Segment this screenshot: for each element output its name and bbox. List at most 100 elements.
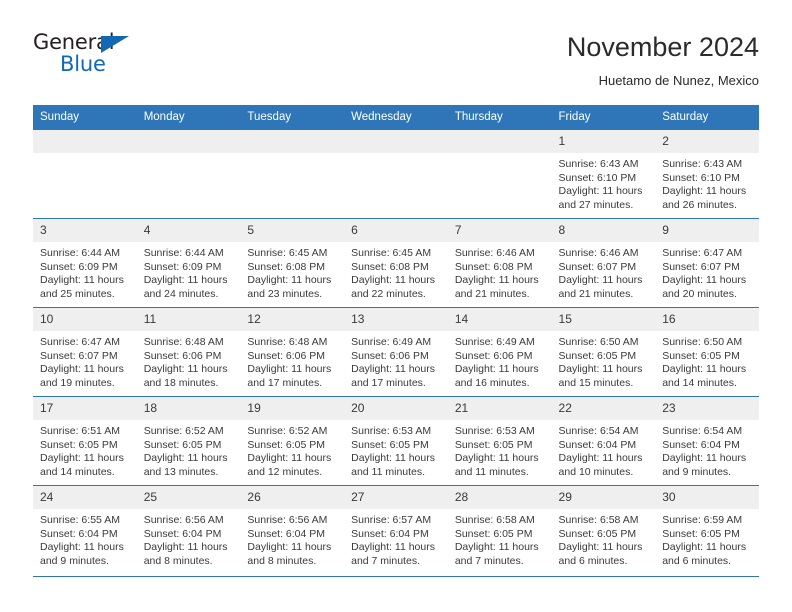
calendar-day-cell[interactable]: 28 Sunrise: 6:58 AM Sunset: 6:05 PM Dayligh… <box>447 485 552 574</box>
day-number: 13 <box>344 308 448 331</box>
calendar-day-cell[interactable]: 20 Sunrise: 6:53 AM Sunset: 6:05 PM Dayligh… <box>344 396 448 486</box>
day-number: 16 <box>655 308 759 331</box>
sunrise-time: Sunrise: 6:50 AM <box>558 336 639 348</box>
daylight-duration: Daylight: 11 hours and 7 minutes. <box>454 541 539 567</box>
sunrise-time: Sunrise: 6:44 AM <box>143 247 224 259</box>
calendar-body: 1 Sunrise: 6:43 AM Sunset: 6:10 PM Daylight… <box>33 129 759 574</box>
calendar-day-cell[interactable]: 30 Sunrise: 6:59 AM Sunset: 6:05 PM Dayligh… <box>655 485 759 574</box>
sunset-time: Sunset: 6:06 PM <box>247 349 326 362</box>
day-number: 1 <box>551 130 656 153</box>
calendar-day-cell[interactable]: 22 Sunrise: 6:54 AM Sunset: 6:04 PM Dayligh… <box>551 396 656 486</box>
calendar-week-row: 24 Sunrise: 6:55 AM Sunset: 6:04 PM Dayligh… <box>33 485 759 574</box>
calendar-day-cell[interactable]: 26 Sunrise: 6:56 AM Sunset: 6:04 PM Dayligh… <box>240 485 345 574</box>
calendar-day-cell[interactable]: 1 Sunrise: 6:43 AM Sunset: 6:10 PM Daylight… <box>551 129 656 219</box>
daylight-duration: Daylight: 11 hours and 6 minutes. <box>662 541 747 567</box>
daylight-duration: Daylight: 11 hours and 27 minutes. <box>558 185 643 211</box>
sunrise-time: Sunrise: 6:55 AM <box>40 514 120 526</box>
calendar-day-cell-empty <box>33 129 137 219</box>
day-details: Sunrise: 6:53 AM Sunset: 6:05 PM Daylight:… <box>344 420 448 479</box>
day-number <box>447 130 552 153</box>
sunset-time: Sunset: 6:05 PM <box>454 527 533 540</box>
day-number: 20 <box>344 397 448 420</box>
day-details: Sunrise: 6:47 AM Sunset: 6:07 PM Daylight:… <box>655 242 759 301</box>
calendar-day-cell[interactable]: 29 Sunrise: 6:58 AM Sunset: 6:05 PM Dayligh… <box>551 485 656 574</box>
sunrise-time: Sunrise: 6:50 AM <box>662 336 743 348</box>
sunrise-time: Sunrise: 6:45 AM <box>351 247 432 259</box>
calendar-day-cell[interactable]: 4 Sunrise: 6:44 AM Sunset: 6:09 PM Daylight… <box>136 218 241 308</box>
daylight-duration: Daylight: 11 hours and 13 minutes. <box>143 452 228 478</box>
sunrise-time: Sunrise: 6:54 AM <box>558 425 639 437</box>
calendar-day-cell[interactable]: 24 Sunrise: 6:55 AM Sunset: 6:04 PM Dayligh… <box>33 485 137 574</box>
calendar-day-cell[interactable]: 11 Sunrise: 6:48 AM Sunset: 6:06 PM Dayligh… <box>136 307 241 397</box>
sunset-time: Sunset: 6:05 PM <box>454 438 533 451</box>
sunrise-time: Sunrise: 6:43 AM <box>558 158 639 170</box>
calendar-header-row: Sunday Monday Tuesday Wednesday Thursday… <box>33 105 759 130</box>
title-block: November 2024 Huetamo de Nunez, Mexico <box>567 30 759 89</box>
sunset-time: Sunset: 6:05 PM <box>351 438 429 451</box>
day-details: Sunrise: 6:53 AM Sunset: 6:05 PM Daylight:… <box>448 420 552 479</box>
day-details: Sunrise: 6:46 AM Sunset: 6:08 PM Daylight:… <box>448 242 552 301</box>
daylight-duration: Daylight: 11 hours and 22 minutes. <box>351 274 435 300</box>
sunrise-time: Sunrise: 6:48 AM <box>143 336 224 348</box>
day-details: Sunrise: 6:43 AM Sunset: 6:10 PM Daylight:… <box>552 153 656 212</box>
calendar-day-cell[interactable]: 19 Sunrise: 6:52 AM Sunset: 6:05 PM Dayligh… <box>240 396 345 486</box>
sunset-time: Sunset: 6:04 PM <box>247 527 326 540</box>
calendar-bottom-rule <box>33 576 759 577</box>
calendar-day-cell[interactable]: 12 Sunrise: 6:48 AM Sunset: 6:06 PM Dayligh… <box>240 307 345 397</box>
sunset-time: Sunset: 6:06 PM <box>143 349 222 362</box>
weekday-header-thursday: Thursday <box>447 105 552 130</box>
day-number: 5 <box>240 219 345 242</box>
sunrise-time: Sunrise: 6:47 AM <box>40 336 120 348</box>
sunset-time: Sunset: 6:05 PM <box>662 349 740 362</box>
general-blue-logo[interactable]: General Blue <box>33 30 153 82</box>
day-details: Sunrise: 6:54 AM Sunset: 6:04 PM Daylight:… <box>655 420 759 479</box>
calendar-day-cell[interactable]: 17 Sunrise: 6:51 AM Sunset: 6:05 PM Dayligh… <box>33 396 137 486</box>
daylight-duration: Daylight: 11 hours and 21 minutes. <box>558 274 643 300</box>
day-details: Sunrise: 6:57 AM Sunset: 6:04 PM Daylight:… <box>344 509 448 568</box>
calendar-day-cell[interactable]: 14 Sunrise: 6:49 AM Sunset: 6:06 PM Dayligh… <box>447 307 552 397</box>
day-number: 21 <box>447 397 552 420</box>
sunrise-time: Sunrise: 6:56 AM <box>143 514 224 526</box>
daylight-duration: Daylight: 11 hours and 14 minutes. <box>40 452 124 478</box>
daylight-duration: Daylight: 11 hours and 7 minutes. <box>351 541 435 567</box>
calendar-day-cell[interactable]: 23 Sunrise: 6:54 AM Sunset: 6:04 PM Dayligh… <box>655 396 759 486</box>
day-details: Sunrise: 6:45 AM Sunset: 6:08 PM Daylight:… <box>240 242 344 301</box>
sunset-time: Sunset: 6:06 PM <box>351 349 429 362</box>
day-number: 6 <box>344 219 448 242</box>
calendar-day-cell[interactable]: 2 Sunrise: 6:43 AM Sunset: 6:10 PM Daylight… <box>655 129 759 219</box>
weekday-header-friday: Friday <box>551 105 656 130</box>
sunset-time: Sunset: 6:04 PM <box>662 438 740 451</box>
calendar-day-cell[interactable]: 15 Sunrise: 6:50 AM Sunset: 6:05 PM Dayligh… <box>551 307 656 397</box>
calendar-day-cell[interactable]: 6 Sunrise: 6:45 AM Sunset: 6:08 PM Daylight… <box>344 218 448 308</box>
calendar-day-cell[interactable]: 27 Sunrise: 6:57 AM Sunset: 6:04 PM Dayligh… <box>344 485 448 574</box>
daylight-duration: Daylight: 11 hours and 8 minutes. <box>247 541 332 567</box>
day-number: 29 <box>551 486 656 509</box>
calendar-day-cell[interactable]: 3 Sunrise: 6:44 AM Sunset: 6:09 PM Daylight… <box>33 218 137 308</box>
calendar-day-cell[interactable]: 18 Sunrise: 6:52 AM Sunset: 6:05 PM Dayligh… <box>136 396 241 486</box>
day-number <box>33 130 137 153</box>
calendar-day-cell[interactable]: 8 Sunrise: 6:46 AM Sunset: 6:07 PM Daylight… <box>551 218 656 308</box>
sunrise-time: Sunrise: 6:43 AM <box>662 158 743 170</box>
calendar-day-cell[interactable]: 10 Sunrise: 6:47 AM Sunset: 6:07 PM Dayligh… <box>33 307 137 397</box>
calendar-day-cell[interactable]: 7 Sunrise: 6:46 AM Sunset: 6:08 PM Daylight… <box>447 218 552 308</box>
calendar-day-cell[interactable]: 21 Sunrise: 6:53 AM Sunset: 6:05 PM Dayligh… <box>447 396 552 486</box>
calendar-day-cell[interactable]: 25 Sunrise: 6:56 AM Sunset: 6:04 PM Dayligh… <box>136 485 241 574</box>
day-number <box>136 130 241 153</box>
calendar-day-cell-empty <box>344 129 448 219</box>
sunset-time: Sunset: 6:07 PM <box>662 260 740 273</box>
sunrise-time: Sunrise: 6:59 AM <box>662 514 743 526</box>
daylight-duration: Daylight: 11 hours and 11 minutes. <box>351 452 435 478</box>
daylight-duration: Daylight: 11 hours and 8 minutes. <box>143 541 228 567</box>
daylight-duration: Daylight: 11 hours and 23 minutes. <box>247 274 332 300</box>
calendar-day-cell[interactable]: 16 Sunrise: 6:50 AM Sunset: 6:05 PM Dayligh… <box>655 307 759 397</box>
sunrise-time: Sunrise: 6:57 AM <box>351 514 432 526</box>
calendar-day-cell[interactable]: 9 Sunrise: 6:47 AM Sunset: 6:07 PM Daylight… <box>655 218 759 308</box>
calendar-day-cell[interactable]: 5 Sunrise: 6:45 AM Sunset: 6:08 PM Daylight… <box>240 218 345 308</box>
day-details: Sunrise: 6:56 AM Sunset: 6:04 PM Daylight:… <box>240 509 344 568</box>
daylight-duration: Daylight: 11 hours and 9 minutes. <box>662 452 747 478</box>
daylight-duration: Daylight: 11 hours and 21 minutes. <box>454 274 539 300</box>
sunrise-time: Sunrise: 6:58 AM <box>558 514 639 526</box>
calendar-day-cell[interactable]: 13 Sunrise: 6:49 AM Sunset: 6:06 PM Dayligh… <box>344 307 448 397</box>
day-details: Sunrise: 6:44 AM Sunset: 6:09 PM Daylight:… <box>137 242 241 301</box>
day-number: 23 <box>655 397 759 420</box>
